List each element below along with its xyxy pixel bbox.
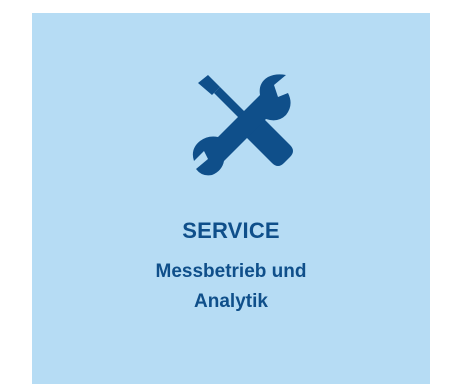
service-tile[interactable]: SERVICE Messbetrieb und Analytik bbox=[32, 13, 430, 384]
tile-title: SERVICE bbox=[182, 218, 280, 243]
service-tile-link[interactable]: SERVICE Messbetrieb und Analytik bbox=[32, 13, 430, 384]
tile-subtitle-line-2: Analytik bbox=[194, 291, 268, 312]
tools-icon-graphic bbox=[192, 74, 293, 176]
tools-icon bbox=[190, 71, 300, 181]
tile-subtitle-line-1: Messbetrieb und bbox=[155, 261, 307, 282]
tile-subtitle: Messbetrieb und Analytik bbox=[32, 257, 430, 317]
